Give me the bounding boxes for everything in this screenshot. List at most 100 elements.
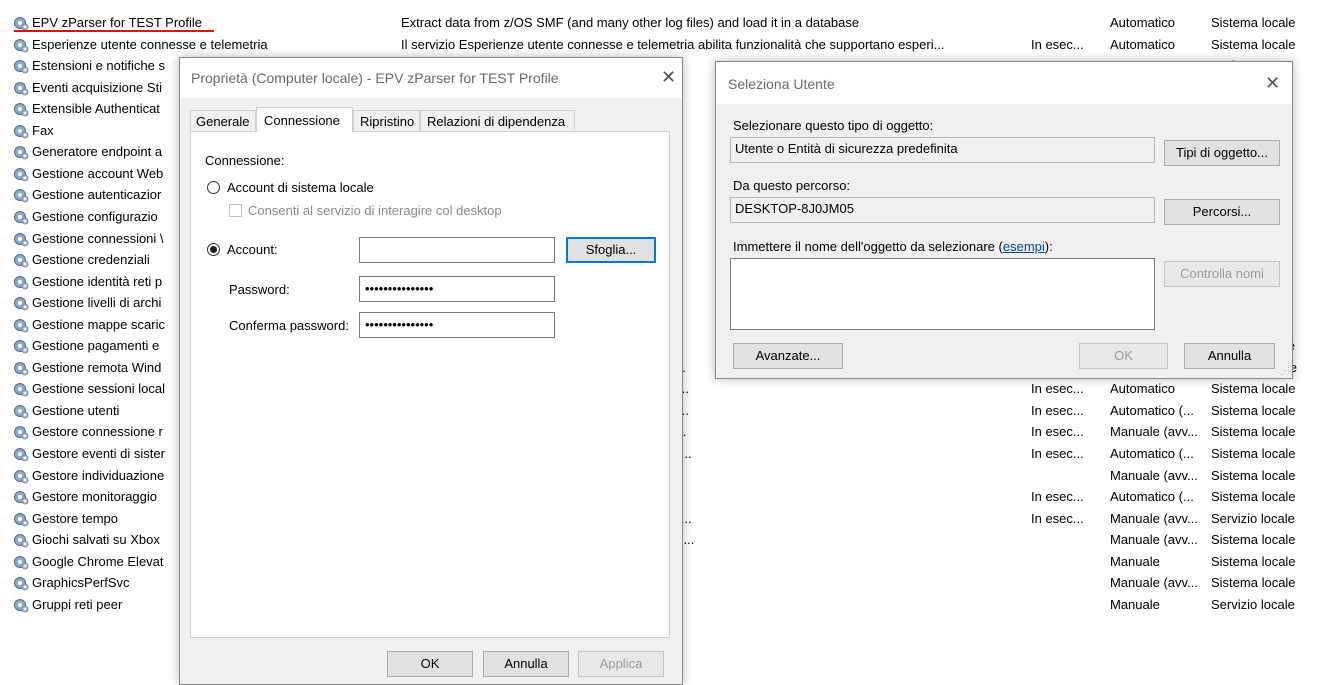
- ok-button[interactable]: OK: [387, 651, 473, 677]
- service-name: EPV zParser for TEST Profile: [32, 15, 203, 30]
- service-gear-icon: [13, 144, 29, 160]
- service-name: Gestione pagamenti e: [32, 338, 160, 354]
- service-name: Gestione account Web: [32, 165, 164, 181]
- service-gear-icon: [13, 295, 29, 311]
- service-row[interactable]: Esperienze utente connesse e telemetria I…: [0, 34, 1337, 55]
- service-gear-icon: [13, 317, 29, 333]
- service-gear-icon: [13, 166, 29, 182]
- service-startup-type: Automatico (...: [1110, 446, 1194, 461]
- service-name: Gestione configurazio: [32, 208, 158, 224]
- account-input[interactable]: [359, 237, 555, 263]
- object-type-field: Utente o Entità di sicurezza predefinita: [730, 137, 1155, 163]
- select-user-dialog: Seleziona Utente ✕ Selezionare questo ti…: [715, 61, 1293, 379]
- service-startup-type: Automatico: [1110, 381, 1176, 397]
- advanced-button[interactable]: Avanzate...: [733, 343, 843, 369]
- service-startup-type: Automatico (...: [1110, 402, 1194, 418]
- confirm-password-input[interactable]: •••••••••••••••: [359, 312, 555, 338]
- object-name-textarea[interactable]: [730, 258, 1155, 330]
- enter-name-text: Immettere il nome dell'oggetto da selezi…: [733, 239, 1003, 254]
- location-value: DESKTOP-8J0JM05: [735, 201, 854, 216]
- connection-group-label: Connessione:: [205, 153, 285, 168]
- select-user-cancel-button[interactable]: Annulla: [1184, 343, 1275, 369]
- check-names-button: Controlla nomi: [1164, 261, 1280, 287]
- service-name: Gestore individuazione: [32, 467, 165, 483]
- service-name: Extensible Authenticat: [32, 101, 160, 117]
- select-user-title: Seleziona Utente: [728, 76, 835, 92]
- tab-generale[interactable]: Generale: [190, 110, 256, 131]
- close-icon[interactable]: ✕: [661, 68, 676, 86]
- service-gear-icon: [13, 575, 29, 591]
- service-description: Extract data from z/OS SMF (and many oth…: [401, 15, 860, 30]
- service-name: Gruppi reti peer: [32, 596, 123, 612]
- tab-ripristino[interactable]: Ripristino: [353, 110, 420, 131]
- service-name: Gestione utenti: [32, 402, 120, 418]
- service-gear-icon: [13, 15, 29, 31]
- service-startup-type: Manuale (avv...: [1110, 424, 1198, 440]
- service-status: In esec...: [1031, 36, 1084, 52]
- confirm-password-value: •••••••••••••••: [365, 317, 434, 332]
- service-gear-icon: [13, 554, 29, 570]
- service-gear-icon: [13, 252, 29, 268]
- service-startup-type: Manuale (avv...: [1110, 467, 1198, 483]
- service-name: Giochi salvati su Xbox: [32, 532, 160, 548]
- apply-button: Applica: [578, 651, 664, 677]
- radio-local-label: Account di sistema locale: [227, 180, 374, 195]
- service-logon: Sistema locale: [1211, 446, 1296, 461]
- service-gear-icon: [13, 338, 29, 354]
- service-gear-icon: [13, 403, 29, 419]
- cancel-button[interactable]: Annulla: [483, 651, 569, 677]
- service-gear-icon: [13, 381, 29, 397]
- service-gear-icon: [13, 58, 29, 74]
- confirm-password-label: Conferma password:: [229, 318, 349, 333]
- resize-grip-icon[interactable]: ⋰: [1280, 367, 1290, 377]
- service-name: GraphicsPerfSvc: [32, 575, 130, 591]
- tab-connessione[interactable]: Connessione: [256, 107, 353, 132]
- service-gear-icon: [13, 274, 29, 290]
- examples-link[interactable]: esempi: [1003, 239, 1045, 254]
- enter-name-label: Immettere il nome dell'oggetto da selezi…: [733, 239, 1053, 254]
- radio-account[interactable]: [207, 243, 220, 256]
- properties-titlebar: Proprietà (Computer locale) - EPV zParse…: [180, 58, 682, 98]
- service-status: In esec...: [1031, 424, 1084, 440]
- service-description: Il servizio Esperienze utente connesse e…: [401, 36, 945, 52]
- location-field: DESKTOP-8J0JM05: [730, 197, 1155, 223]
- service-gear-icon: [13, 597, 29, 613]
- service-name: Gestione livelli di archi: [32, 295, 162, 311]
- service-logon: Sistema locale: [1211, 424, 1296, 440]
- service-gear-icon: [13, 209, 29, 225]
- password-label: Password:: [229, 282, 290, 297]
- location-label: Da questo percorso:: [733, 178, 851, 193]
- tab-relazioni[interactable]: Relazioni di dipendenza: [420, 110, 575, 131]
- close-icon[interactable]: ✕: [1265, 74, 1280, 92]
- service-logon: Sistema locale: [1211, 381, 1296, 397]
- service-name: Gestore eventi di sister: [32, 446, 165, 461]
- service-name: Esperienze utente connesse e telemetria: [32, 36, 268, 52]
- selected-underline: [14, 30, 214, 32]
- service-status: In esec...: [1031, 381, 1084, 397]
- service-gear-icon: [13, 231, 29, 247]
- service-name: Fax: [32, 122, 54, 138]
- object-types-button[interactable]: Tipi di oggetto...: [1164, 140, 1280, 166]
- select-user-ok-button: OK: [1079, 343, 1168, 369]
- service-gear-icon: [13, 446, 29, 462]
- tab-panel: Connessione: Account di sistema locale C…: [190, 131, 670, 638]
- service-logon: Sistema locale: [1211, 402, 1296, 418]
- service-gear-icon: [13, 424, 29, 440]
- locations-button[interactable]: Percorsi...: [1164, 199, 1280, 225]
- service-name: Gestione identità reti p: [32, 273, 163, 289]
- radio-local-system[interactable]: [207, 181, 220, 194]
- service-gear-icon: [13, 468, 29, 484]
- password-input[interactable]: •••••••••••••••: [359, 276, 555, 302]
- service-name: Gestore monitoraggio: [32, 489, 158, 505]
- desktop-interact-checkbox[interactable]: [229, 204, 242, 217]
- service-name: Gestione credenziali: [32, 252, 150, 268]
- service-status: In esec...: [1031, 510, 1084, 526]
- properties-title: Proprietà (Computer locale) - EPV zParse…: [191, 70, 559, 86]
- service-logon: Servizio locale: [1211, 596, 1295, 612]
- service-logon: Sistema locale: [1211, 36, 1296, 52]
- browse-button[interactable]: Sfoglia...: [566, 237, 656, 263]
- service-startup-type: Automatico: [1110, 36, 1176, 52]
- service-startup-type: Automatico (...: [1110, 489, 1194, 505]
- service-status: In esec...: [1031, 446, 1084, 461]
- desktop-interact-label: Consenti al servizio di interagire col d…: [248, 203, 502, 218]
